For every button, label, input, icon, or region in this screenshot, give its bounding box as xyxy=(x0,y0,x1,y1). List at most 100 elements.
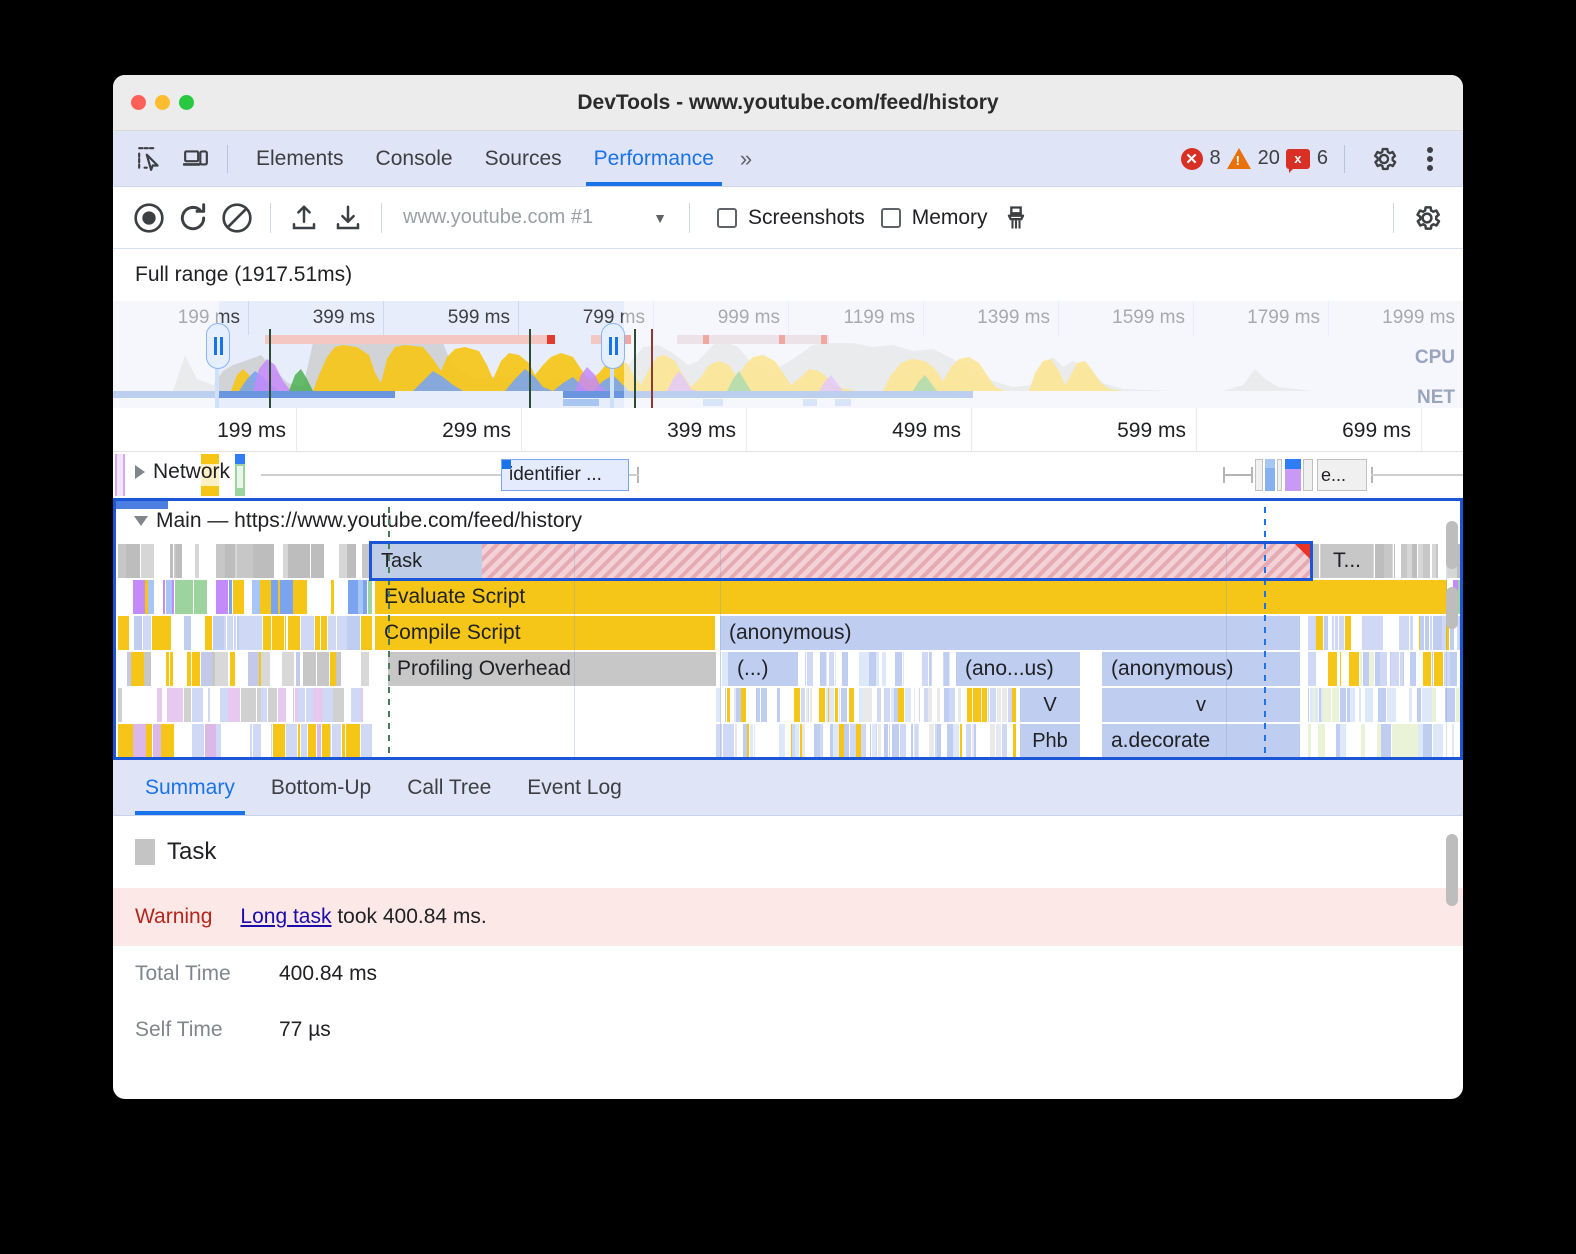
flame-noise-block xyxy=(118,616,372,650)
flame-chart[interactable]: T...T...kTaskEvaluate ScriptF...kCompile… xyxy=(116,543,1460,759)
timeline-scrollbar-thumb-1[interactable] xyxy=(1446,521,1458,569)
window-titlebar: DevTools - www.youtube.com/feed/history xyxy=(113,75,1463,131)
flame-bar-hatch xyxy=(482,544,1310,578)
toolbar-divider-1 xyxy=(270,203,271,233)
collect-garbage-icon[interactable] xyxy=(994,196,1038,240)
flame-bar[interactable]: Profiling Overhead xyxy=(388,652,716,686)
flame-noise-block xyxy=(118,544,372,578)
network-bars-right: e... xyxy=(1223,455,1423,495)
reload-and-record-button[interactable] xyxy=(171,196,215,240)
detail-tick-label: 499 ms xyxy=(892,419,971,443)
capture-settings-icon[interactable] xyxy=(1405,196,1449,240)
network-request-left[interactable]: identifier ... xyxy=(501,459,629,491)
tabstrip-divider xyxy=(227,145,228,173)
tab-console[interactable]: Console xyxy=(360,131,469,186)
detail-tick-label: 199 ms xyxy=(217,419,296,443)
longtask-end-marker xyxy=(547,335,555,344)
summary-event-name: Task xyxy=(167,838,216,866)
detail-tick-line xyxy=(1421,408,1422,451)
tab-bottom-up[interactable]: Bottom-Up xyxy=(253,760,389,815)
issues-badge[interactable]: x 6 xyxy=(1286,147,1328,170)
download-profile-button[interactable] xyxy=(326,196,370,240)
summary-warning-row: Warning Long task took 400.84 ms. xyxy=(113,888,1463,946)
flame-bar[interactable]: Phb xyxy=(1020,724,1080,758)
overview-marker-dark-1 xyxy=(269,329,271,408)
warning-badge[interactable]: 20 xyxy=(1227,147,1280,170)
minimize-window-button[interactable] xyxy=(155,95,170,110)
main-track-title-row[interactable]: Main — https://www.youtube.com/feed/hist… xyxy=(134,509,582,533)
profile-selector[interactable]: www.youtube.com #1 ▼ xyxy=(403,206,667,229)
detail-tick-line xyxy=(296,408,297,451)
long-task-link[interactable]: Long task xyxy=(240,905,331,928)
inspect-element-icon[interactable] xyxy=(131,140,169,178)
tab-performance[interactable]: Performance xyxy=(578,131,730,186)
tab-event-log[interactable]: Event Log xyxy=(509,760,640,815)
toolbar-divider-2 xyxy=(381,203,382,233)
flame-bar[interactable]: V xyxy=(1020,688,1080,722)
flame-noise-block xyxy=(716,724,1016,758)
flame-bar[interactable]: T... xyxy=(1321,544,1373,578)
flame-bar[interactable]: (anonymous) xyxy=(1102,652,1300,686)
overview-right-handle[interactable] xyxy=(601,323,625,369)
detail-tick-line xyxy=(1196,408,1197,451)
timeline-scrollbar-thumb-2[interactable] xyxy=(1446,587,1458,629)
network-track-title: Network xyxy=(153,460,230,484)
flame-bar[interactable]: (...) xyxy=(728,652,798,686)
timeline-overview[interactable]: 199 ms399 ms599 ms799 ms999 ms1199 ms139… xyxy=(113,301,1463,408)
long-task-corner-marker xyxy=(1295,544,1310,559)
full-range-label-row: Full range (1917.51ms) xyxy=(113,249,1463,301)
flame-noise-block xyxy=(1308,652,1463,686)
error-badge[interactable]: ✕ 8 xyxy=(1181,147,1221,170)
flame-bar[interactable]: Compile Script xyxy=(375,616,715,650)
main-track[interactable]: Main — https://www.youtube.com/feed/hist… xyxy=(113,498,1463,760)
total-time-label: Total Time xyxy=(135,962,253,986)
network-request-right[interactable]: e... xyxy=(1317,459,1367,491)
flame-noise-block xyxy=(118,724,372,758)
overview-left-handle[interactable] xyxy=(206,323,230,369)
memory-checkbox[interactable]: Memory xyxy=(881,206,988,230)
network-track[interactable]: Network identifier ... e... xyxy=(113,452,1463,498)
main-track-header[interactable]: Main — https://www.youtube.com/feed/hist… xyxy=(116,501,1460,543)
tab-elements[interactable]: Elements xyxy=(240,131,360,186)
network-connector-line xyxy=(629,474,639,476)
devtools-window: DevTools - www.youtube.com/feed/history … xyxy=(113,75,1463,1099)
flame-noise-block xyxy=(1308,616,1463,650)
overview-marker-red xyxy=(651,329,653,408)
badges-divider xyxy=(1344,145,1345,173)
tab-call-tree[interactable]: Call Tree xyxy=(389,760,509,815)
self-time-label: Self Time xyxy=(135,1018,253,1042)
maximize-window-button[interactable] xyxy=(179,95,194,110)
flame-bar[interactable]: a.decorate xyxy=(1102,724,1300,758)
tab-summary[interactable]: Summary xyxy=(127,760,253,815)
warning-message: Long task took 400.84 ms. xyxy=(240,905,486,929)
overview-net-label: NET xyxy=(1417,387,1455,408)
flame-bar[interactable]: (anonymous) xyxy=(720,616,1300,650)
screenshots-label: Screenshots xyxy=(748,206,865,230)
network-track-header[interactable]: Network xyxy=(135,460,230,484)
device-toolbar-icon[interactable] xyxy=(177,140,215,178)
error-icon: ✕ xyxy=(1181,148,1203,170)
memory-label: Memory xyxy=(912,206,988,230)
flame-bar[interactable]: Evaluate Script xyxy=(375,580,1447,614)
overview-marker-dark-2 xyxy=(529,329,531,408)
gear-icon[interactable] xyxy=(1365,140,1403,178)
overview-marker-dark-3 xyxy=(634,329,636,408)
clear-button[interactable] xyxy=(215,196,259,240)
upload-profile-button[interactable] xyxy=(282,196,326,240)
screenshots-checkbox[interactable]: Screenshots xyxy=(717,206,865,230)
summary-panel: Task Warning Long task took 400.84 ms. T… xyxy=(113,816,1463,1061)
kebab-menu-icon[interactable] xyxy=(1411,140,1449,178)
chevron-right-icon[interactable] xyxy=(135,465,145,479)
record-button[interactable] xyxy=(127,196,171,240)
memory-checkbox-box xyxy=(881,208,901,228)
more-tabs-icon[interactable]: » xyxy=(730,146,762,172)
chevron-down-icon[interactable] xyxy=(134,516,148,526)
summary-scrollbar-thumb[interactable] xyxy=(1446,834,1458,906)
flame-bar[interactable]: (ano...us) xyxy=(956,652,1080,686)
flame-bar[interactable]: v xyxy=(1102,688,1300,722)
close-window-button[interactable] xyxy=(131,95,146,110)
tab-sources[interactable]: Sources xyxy=(469,131,578,186)
toolbar-divider-3 xyxy=(689,203,690,233)
overview-tick-line xyxy=(518,301,519,335)
detail-tick-label: 599 ms xyxy=(1117,419,1196,443)
